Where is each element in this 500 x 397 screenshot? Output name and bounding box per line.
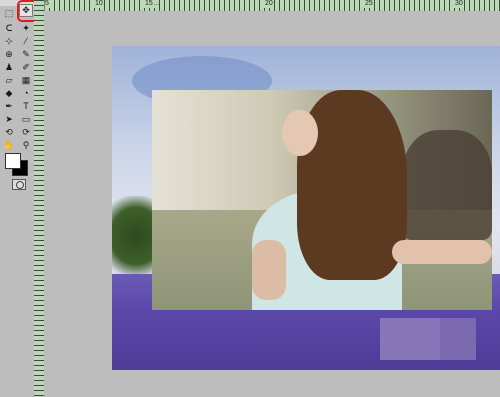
brush-tool-icon[interactable]: ✎: [19, 48, 33, 61]
purple-color-block-right: [440, 318, 476, 360]
ruler-label: 10: [94, 0, 104, 8]
tools-panel: ⬚ ✥ ᑕ ✦ ⊹ ⁄ ⊕ ✎ ♟ ✐ ▱ ▦ ◆ ◔ ✒ T ➤ ▭ ⟲ ⟳ …: [0, 0, 38, 397]
ruler-label: 25: [364, 0, 374, 8]
history-brush-tool-icon[interactable]: ✐: [19, 61, 33, 74]
magic-wand-tool-icon[interactable]: ✦: [19, 22, 33, 35]
purple-color-block: [380, 318, 476, 360]
woman-right-arm: [392, 240, 492, 264]
shape-tool-icon[interactable]: ▭: [19, 113, 33, 126]
3d-rotate-tool-icon[interactable]: ⟲: [2, 126, 16, 139]
dodge-tool-icon[interactable]: ◔: [19, 87, 33, 100]
quick-mask-icon[interactable]: [12, 179, 26, 190]
foreground-color-swatch[interactable]: [5, 153, 21, 169]
lasso-tool-icon[interactable]: ᑕ: [2, 22, 16, 35]
path-select-tool-icon[interactable]: ➤: [2, 113, 16, 126]
crop-tool-icon[interactable]: ⊹: [2, 35, 16, 48]
blur-tool-icon[interactable]: ◆: [2, 87, 16, 100]
woman-photo-layer[interactable]: [152, 90, 492, 310]
zoom-tool-icon[interactable]: ⚲: [19, 139, 33, 152]
hand-tool-icon[interactable]: ✋: [2, 139, 16, 152]
3d-orbit-tool-icon[interactable]: ⟳: [19, 126, 33, 139]
pen-tool-icon[interactable]: ✒: [2, 100, 16, 113]
ruler-label: 15: [144, 0, 154, 8]
eyedropper-tool-icon[interactable]: ⁄: [19, 35, 33, 48]
healing-brush-tool-icon[interactable]: ⊕: [2, 48, 16, 61]
woman-face: [282, 110, 318, 156]
gradient-tool-icon[interactable]: ▦: [19, 74, 33, 87]
marquee-tool-icon[interactable]: ⬚: [2, 7, 16, 20]
stamp-tool-icon[interactable]: ♟: [2, 61, 16, 74]
document-tab-title[interactable]: ...: [154, 0, 160, 8]
photo-dark-shape: [402, 130, 492, 240]
type-tool-icon[interactable]: T: [19, 100, 33, 113]
ruler-label: 30: [454, 0, 464, 8]
woman-left-arm: [252, 240, 286, 300]
eraser-tool-icon[interactable]: ▱: [2, 74, 16, 87]
ruler-label: 20: [264, 0, 274, 8]
